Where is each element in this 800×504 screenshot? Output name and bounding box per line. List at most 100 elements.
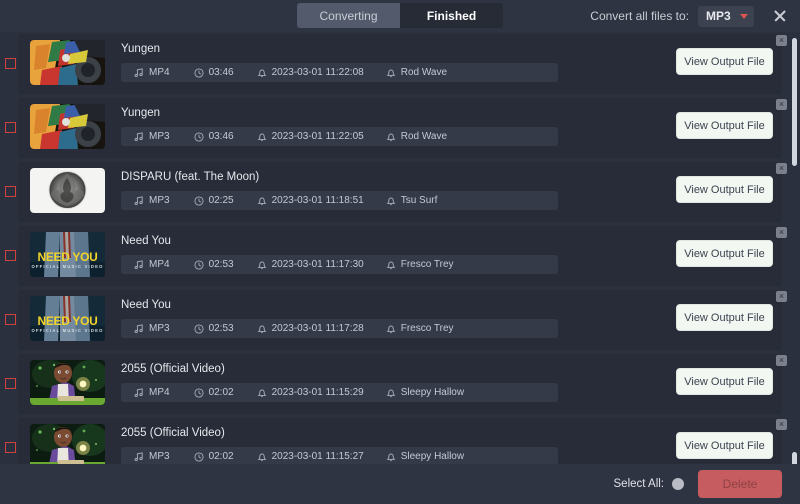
- file-metadata-bar: MP3 02:53 2023-03-01 11:17:28 Fresco Trey: [121, 319, 558, 338]
- table-row[interactable]: NEED YOU OFFICIAL MUSIC VIDEO Need You MP4 0…: [0, 224, 800, 288]
- tab-finished-label: Finished: [426, 8, 477, 23]
- music-note-icon: [134, 451, 144, 462]
- tab-converting[interactable]: Converting: [297, 3, 400, 28]
- bell-icon: [386, 132, 396, 142]
- meta-dur: 02:25: [194, 195, 234, 206]
- meta-art-text: Rod Wave: [400, 131, 448, 142]
- meta-date-text: 2023-03-01 11:15:29: [271, 387, 364, 398]
- meta-fmt: MP4: [134, 259, 170, 270]
- meta-date: 2023-03-01 11:17:28: [257, 323, 364, 334]
- bell-icon: [257, 388, 267, 398]
- meta-dur: 02:53: [194, 259, 234, 270]
- tab-finished[interactable]: Finished: [400, 3, 503, 28]
- view-output-file-button[interactable]: View Output File: [676, 432, 773, 459]
- svg-text:OFFICIAL MUSIC VIDEO: OFFICIAL MUSIC VIDEO: [31, 264, 103, 269]
- view-output-file-button[interactable]: View Output File: [676, 176, 773, 203]
- meta-art: Fresco Trey: [386, 259, 454, 270]
- meta-dur-text: 02:25: [208, 195, 234, 206]
- meta-date-text: 2023-03-01 11:18:51: [271, 195, 364, 206]
- meta-art-text: Fresco Trey: [400, 259, 454, 270]
- music-note-icon: [134, 387, 144, 398]
- meta-date-text: 2023-03-01 11:22:05: [271, 131, 364, 142]
- list-scrollbar-thumb[interactable]: [792, 38, 797, 166]
- meta-art-text: Rod Wave: [400, 67, 448, 78]
- convert-all-control: Convert all files to: MP3: [590, 0, 754, 32]
- view-output-file-button[interactable]: View Output File: [676, 368, 773, 395]
- converter-window: Converting Finished Convert all files to…: [0, 0, 800, 504]
- bell-icon: [257, 196, 267, 206]
- select-all-toggle[interactable]: Select All:: [614, 478, 684, 490]
- view-output-file-button[interactable]: View Output File: [676, 112, 773, 139]
- table-row[interactable]: DISPARU (feat. The Moon) MP3 02:25 2023-03-…: [0, 160, 800, 224]
- remove-row-icon[interactable]: ×: [776, 35, 787, 46]
- row-checkbox[interactable]: [5, 58, 16, 69]
- clock-icon: [194, 67, 204, 78]
- row-checkbox[interactable]: [5, 186, 16, 197]
- view-output-file-label: View Output File: [684, 183, 765, 196]
- remove-row-icon[interactable]: ×: [776, 227, 787, 238]
- row-checkbox[interactable]: [5, 250, 16, 261]
- bell-icon: [386, 196, 396, 206]
- meta-dur-text: 03:46: [208, 67, 234, 78]
- meta-fmt: MP3: [134, 323, 170, 334]
- table-row[interactable]: Yungen MP3 03:46 2023-03-01 11:22:05 Rod Wav…: [0, 96, 800, 160]
- bell-icon: [386, 68, 396, 78]
- music-note-icon: [134, 67, 144, 78]
- close-icon[interactable]: [772, 8, 788, 24]
- file-title: 2055 (Official Video): [121, 363, 225, 375]
- finished-file-list[interactable]: Yungen MP4 03:46 2023-03-01 11:22:08 Rod Wav…: [0, 32, 800, 464]
- meta-fmt: MP4: [134, 67, 170, 78]
- meta-fmt-text: MP3: [149, 323, 170, 334]
- thumbnail: [30, 40, 105, 85]
- table-row[interactable]: NEED YOU OFFICIAL MUSIC VIDEO Need You MP3 0…: [0, 288, 800, 352]
- clock-icon: [194, 451, 204, 462]
- meta-fmt-text: MP3: [149, 131, 170, 142]
- row-checkbox[interactable]: [5, 378, 16, 389]
- row-checkbox[interactable]: [5, 122, 16, 133]
- bell-icon: [386, 388, 396, 398]
- clock-icon: [194, 387, 204, 398]
- view-output-file-button[interactable]: View Output File: [676, 240, 773, 267]
- row-checkbox[interactable]: [5, 442, 16, 453]
- view-output-file-button[interactable]: View Output File: [676, 304, 773, 331]
- table-row[interactable]: 2055 (Official Video) MP3 02:02 2023-03-01 …: [0, 416, 800, 464]
- remove-row-icon[interactable]: ×: [776, 291, 787, 302]
- meta-art: Tsu Surf: [386, 195, 437, 206]
- meta-dur-text: 02:53: [208, 323, 234, 334]
- view-output-file-label: View Output File: [684, 311, 765, 324]
- meta-fmt-text: MP4: [149, 387, 170, 398]
- meta-art: Rod Wave: [386, 131, 447, 142]
- meta-fmt-text: MP3: [149, 451, 170, 462]
- bell-icon: [257, 452, 267, 462]
- meta-fmt-text: MP4: [149, 259, 170, 270]
- meta-art: Sleepy Hallow: [386, 387, 464, 398]
- remove-row-icon[interactable]: ×: [776, 99, 787, 110]
- format-select-value: MP3: [706, 9, 731, 23]
- view-output-file-label: View Output File: [684, 55, 765, 68]
- file-metadata-bar: MP4 02:53 2023-03-01 11:17:30 Fresco Trey: [121, 255, 558, 274]
- meta-dur-text: 02:53: [208, 259, 234, 270]
- meta-date: 2023-03-01 11:22:05: [257, 131, 364, 142]
- delete-button[interactable]: Delete: [698, 470, 782, 498]
- bell-icon: [257, 132, 267, 142]
- meta-art: Rod Wave: [386, 67, 447, 78]
- meta-art-text: Sleepy Hallow: [400, 451, 465, 462]
- remove-row-icon[interactable]: ×: [776, 355, 787, 366]
- table-row[interactable]: Yungen MP4 03:46 2023-03-01 11:22:08 Rod Wav…: [0, 32, 800, 96]
- table-row[interactable]: 2055 (Official Video) MP4 02:02 2023-03-01 …: [0, 352, 800, 416]
- remove-row-icon[interactable]: ×: [776, 163, 787, 174]
- view-output-file-button[interactable]: View Output File: [676, 48, 773, 75]
- remove-row-icon[interactable]: ×: [776, 419, 787, 430]
- bottom-toolbar: Select All: Delete: [0, 464, 800, 504]
- select-all-indicator[interactable]: [672, 478, 684, 490]
- row-checkbox[interactable]: [5, 314, 16, 325]
- delete-button-label: Delete: [722, 477, 758, 491]
- meta-fmt-text: MP4: [149, 67, 170, 78]
- meta-dur: 03:46: [194, 131, 234, 142]
- bell-icon: [386, 260, 396, 270]
- tab-group: Converting Finished: [297, 3, 503, 28]
- format-select[interactable]: MP3: [698, 5, 754, 27]
- meta-date-text: 2023-03-01 11:17:28: [271, 323, 364, 334]
- file-title: Need You: [121, 299, 171, 311]
- meta-date: 2023-03-01 11:18:51: [257, 195, 364, 206]
